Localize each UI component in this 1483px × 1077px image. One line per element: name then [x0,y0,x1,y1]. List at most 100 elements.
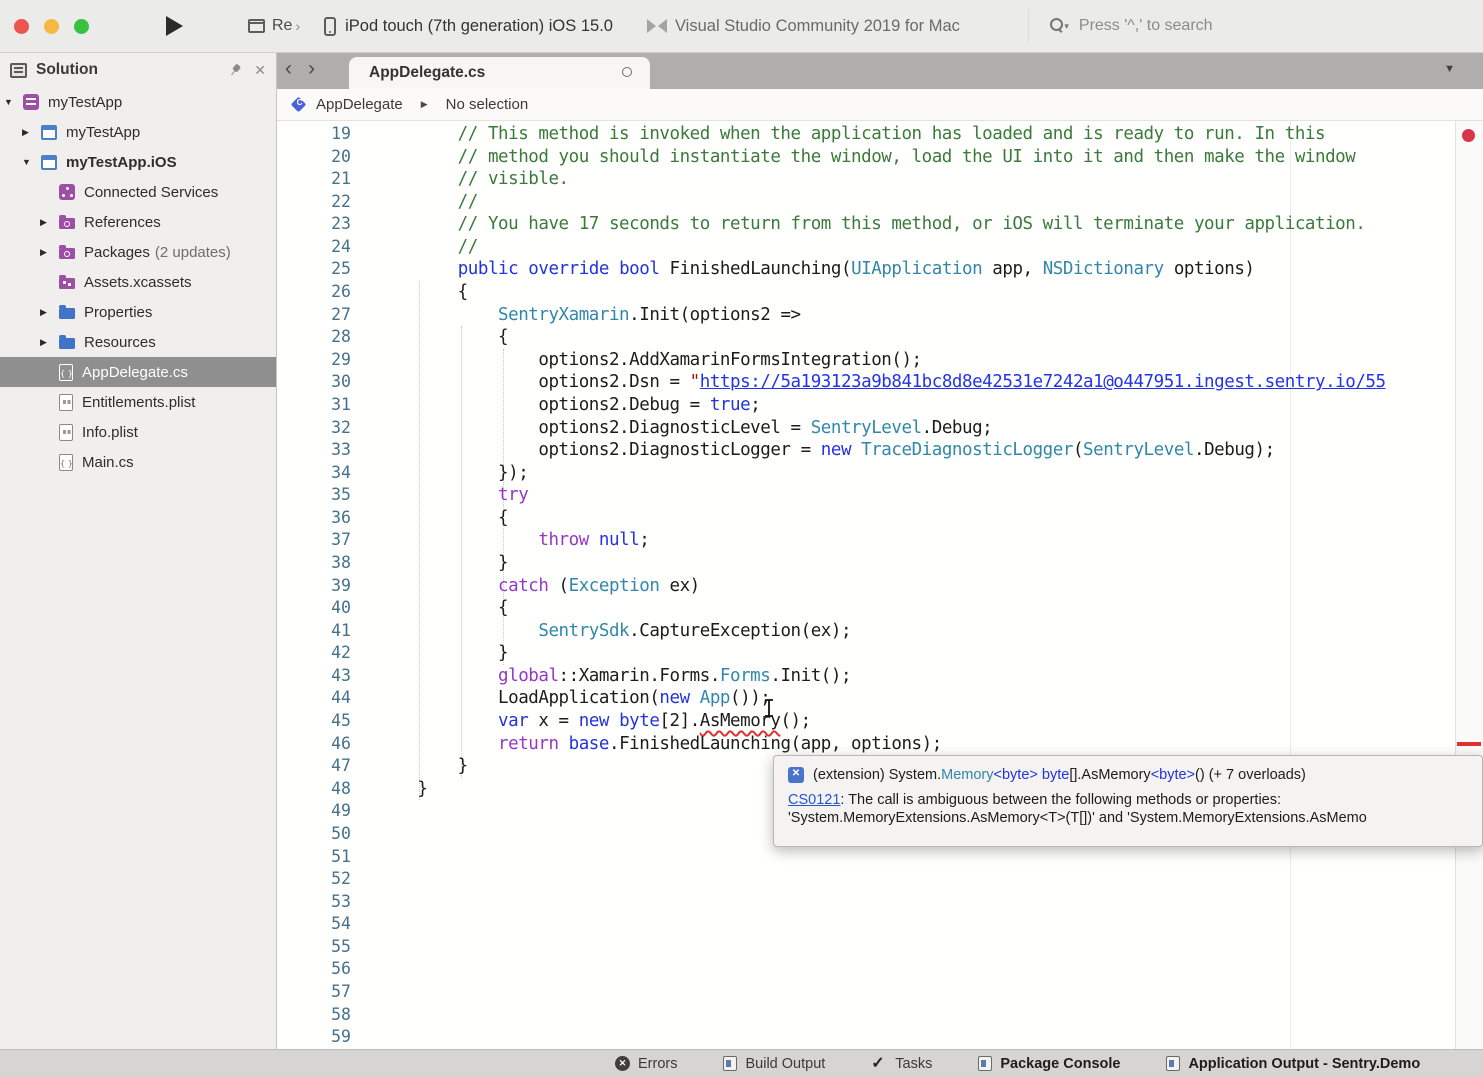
code-line-45[interactable]: 45 var x = new byte[2].AsMemory(); [277,710,1455,733]
code-line-22[interactable]: 22 // [277,191,1455,214]
code-line-59[interactable]: 59 [277,1026,1455,1049]
code-token: SentrySdk [538,621,629,641]
chevron-right-icon[interactable]: ▶ [40,307,59,318]
code-line-33[interactable]: 33 options2.DiagnosticLogger = new Trace… [277,439,1455,462]
run-button[interactable] [166,16,183,36]
code-line-51[interactable]: 51 [277,846,1455,869]
build-output-tab[interactable]: Build Output [723,1056,825,1072]
line-number: 51 [277,846,351,869]
code-line-35[interactable]: 35 try [277,484,1455,507]
tasks-tab[interactable]: Tasks [871,1056,932,1072]
code-token: ( [548,576,568,596]
pin-icon[interactable] [225,60,245,80]
sentry-dsn-link[interactable]: https://5a193123a9b841bc8d8e42531e7242a1… [700,372,1386,392]
tree-item-info-plist[interactable]: Info.plist [0,417,276,447]
application-output-sentry-demo-tab[interactable]: Application Output - Sentry.Demo [1166,1056,1420,1072]
code-line-21[interactable]: 21 // visible. [277,168,1455,191]
code-token: // visible. [377,169,569,189]
tab-list-dropdown-icon[interactable]: ▼ [1444,63,1455,75]
error-marker-line[interactable] [1457,742,1481,746]
tree-item-connected-services[interactable]: Connected Services [0,177,276,207]
code-line-31[interactable]: 31 options2.Debug = true; [277,394,1455,417]
code-line-46[interactable]: 46 return base.FinishedLaunching(app, op… [277,733,1455,756]
zoom-window-button[interactable] [74,19,89,34]
code-line-28[interactable]: 28 { [277,326,1455,349]
chevron-right-icon[interactable]: ▶ [40,247,59,258]
tree-item-main-cs[interactable]: Main.cs [0,447,276,477]
code-line-32[interactable]: 32 options2.DiagnosticLevel = SentryLeve… [277,417,1455,440]
bottom-tab-label: Tasks [895,1056,932,1072]
configuration-selector[interactable]: Re › [248,17,300,35]
errors-tab[interactable]: Errors [615,1056,677,1072]
code-line-52[interactable]: 52 [277,868,1455,891]
configuration-label: Re [272,17,292,35]
code-line-57[interactable]: 57 [277,981,1455,1004]
chevron-down-icon[interactable]: ▼ [22,157,41,167]
tree-item-packages[interactable]: ▶Packages(2 updates) [0,237,276,267]
code-line-53[interactable]: 53 [277,891,1455,914]
code-line-27[interactable]: 27 SentryXamarin.Init(options2 => [277,304,1455,327]
tree-item-appdelegate-cs[interactable]: AppDelegate.cs [0,357,276,387]
code-line-43[interactable]: 43 global::Xamarin.Forms.Forms.Init(); [277,665,1455,688]
tree-item-mytestapp[interactable]: ▶ myTestApp [0,117,276,147]
navigate-back-forward-buttons[interactable]: ‹› [285,57,331,81]
breadcrumb-member[interactable]: No selection [446,96,529,113]
close-icon[interactable]: ✕ [254,62,266,79]
code-line-38[interactable]: 38 } [277,552,1455,575]
code-line-40[interactable]: 40 { [277,597,1455,620]
error-marker-dot[interactable] [1462,129,1475,142]
close-window-button[interactable] [14,19,29,34]
code-line-58[interactable]: 58 [277,1004,1455,1027]
code-line-41[interactable]: 41 SentrySdk.CaptureException(ex); [277,620,1455,643]
code-line-36[interactable]: 36 { [277,507,1455,530]
minimize-window-button[interactable] [44,19,59,34]
code-text: { [377,507,508,530]
chevron-right-icon: › [295,18,300,34]
tree-item-resources[interactable]: ▶Resources [0,327,276,357]
code-editor[interactable]: 19 // This method is invoked when the ap… [277,121,1483,1049]
iphone-icon [324,17,336,36]
tree-item-assets-xcassets[interactable]: Assets.xcassets [0,267,276,297]
status-label: Visual Studio Community 2019 for Mac [675,17,960,36]
tree-item-entitlements-plist[interactable]: Entitlements.plist [0,387,276,417]
code-line-39[interactable]: 39 catch (Exception ex) [277,575,1455,598]
code-line-44[interactable]: 44 LoadApplication(new App()); [277,687,1455,710]
cs0121-link[interactable]: CS0121 [788,792,840,808]
tab-appdelegate[interactable]: AppDelegate.cs [349,57,650,89]
code-line-29[interactable]: 29 options2.AddXamarinFormsIntegration()… [277,349,1455,372]
assets-folder-icon [59,278,75,289]
tree-item-properties[interactable]: ▶Properties [0,297,276,327]
code-line-24[interactable]: 24 // [277,236,1455,259]
breadcrumb-type[interactable]: AppDelegate [316,96,403,113]
code-line-19[interactable]: 19 // This method is invoked when the ap… [277,123,1455,146]
code-token [851,440,861,460]
code-line-42[interactable]: 42 } [277,642,1455,665]
code-line-55[interactable]: 55 [277,936,1455,959]
package-console-tab[interactable]: Package Console [978,1056,1120,1072]
device-label: iPod touch (7th generation) iOS 15.0 [345,17,613,36]
class-icon [291,97,307,113]
code-line-20[interactable]: 20 // method you should instantiate the … [277,146,1455,169]
tree-item-label: myTestApp [66,124,140,141]
code-line-26[interactable]: 26 { [277,281,1455,304]
code-line-30[interactable]: 30 options2.Dsn = "https://5a193123a9b84… [277,371,1455,394]
code-line-37[interactable]: 37 throw null; [277,529,1455,552]
code-token: .Init(options2 => [629,305,800,325]
code-line-56[interactable]: 56 [277,958,1455,981]
scrollbar[interactable] [1455,121,1483,1049]
device-selector[interactable]: iPod touch (7th generation) iOS 15.0 [324,17,613,36]
chevron-right-icon[interactable]: ▶ [40,337,59,348]
code-line-23[interactable]: 23 // You have 17 seconds to return from… [277,213,1455,236]
code-token: ::Xamarin.Forms. [559,666,720,686]
search-box[interactable]: ▾ Press '^,' to search [1028,9,1213,43]
tree-item-references[interactable]: ▶References [0,207,276,237]
code-line-34[interactable]: 34 }); [277,462,1455,485]
chevron-right-icon[interactable]: ▶ [22,127,41,138]
chevron-down-icon[interactable]: ▼ [4,97,23,107]
code-line-25[interactable]: 25 public override bool FinishedLaunchin… [277,258,1455,281]
connected-services-icon [59,184,75,200]
chevron-right-icon[interactable]: ▶ [40,217,59,228]
tree-item-mytestapp-ios[interactable]: ▼myTestApp.iOS [0,147,276,177]
code-line-54[interactable]: 54 [277,913,1455,936]
tree-item-mytestapp[interactable]: ▼myTestApp [0,87,276,117]
